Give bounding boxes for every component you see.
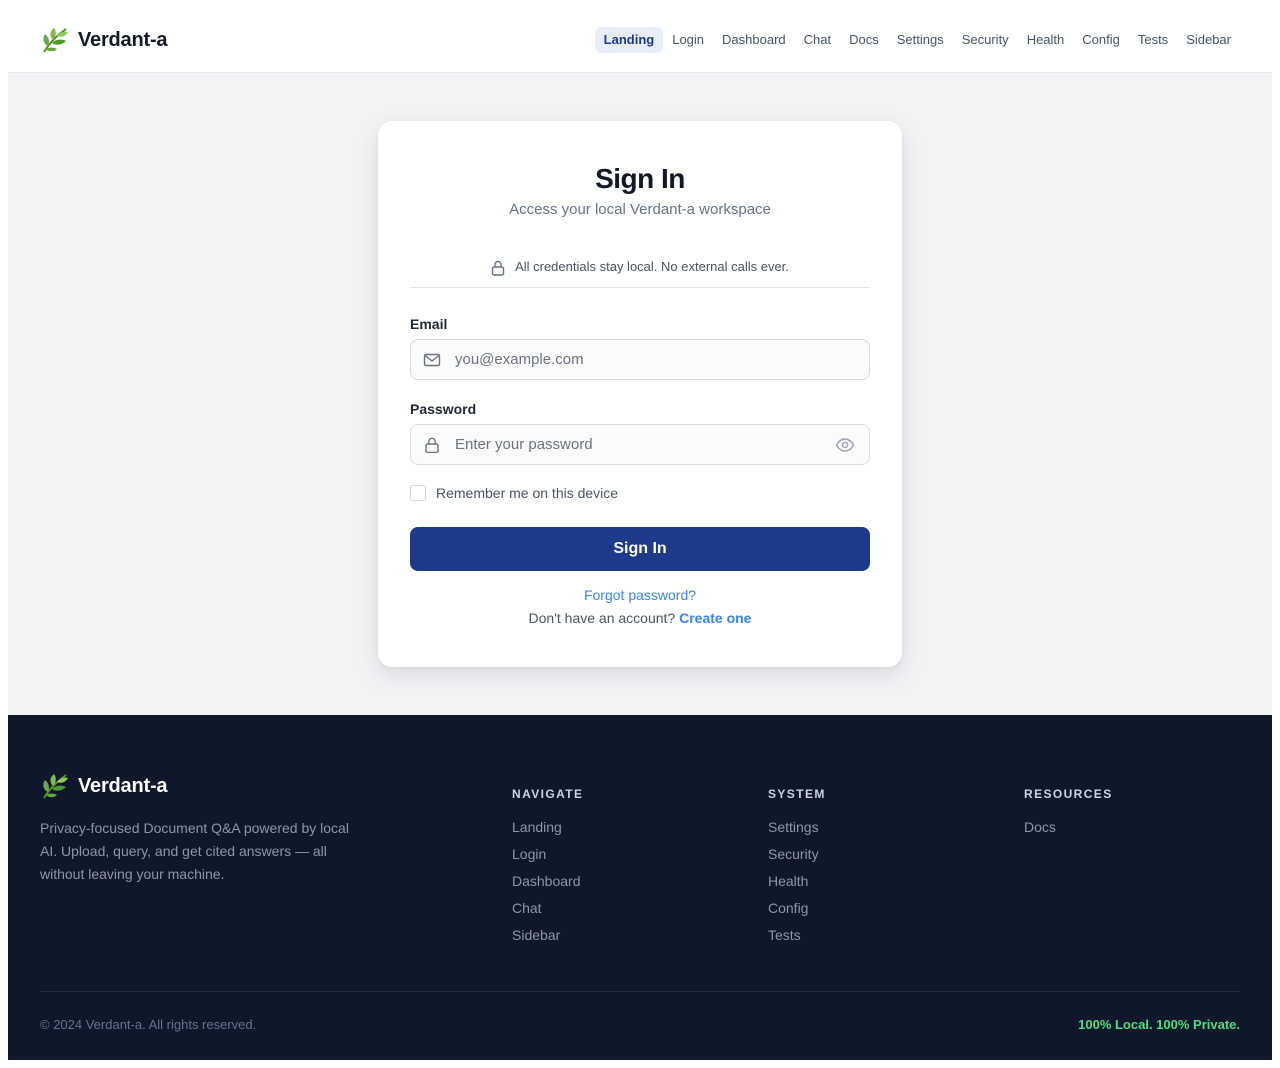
leaf-icon bbox=[43, 774, 68, 799]
signup-prompt-text: Don't have an account? bbox=[528, 610, 676, 626]
nav-item-dashboard[interactable]: Dashboard bbox=[713, 27, 795, 53]
email-label: Email bbox=[410, 316, 448, 332]
signup-prompt: Don't have an account? Create one bbox=[378, 610, 902, 626]
forgot-password-link[interactable]: Forgot password? bbox=[378, 587, 902, 603]
site-footer: Verdant-a Privacy-focused Document Q&A p… bbox=[8, 715, 1272, 1060]
remember-checkbox[interactable] bbox=[410, 485, 426, 501]
sign-in-button[interactable]: Sign In bbox=[410, 527, 870, 571]
footer-copyright: © 2024 Verdant-a. All rights reserved. bbox=[40, 1017, 257, 1032]
footer-description: Privacy-focused Document Q&A powered by … bbox=[40, 820, 349, 882]
footer-link-settings[interactable]: Settings bbox=[768, 819, 826, 836]
nav-item-sidebar[interactable]: Sidebar bbox=[1177, 27, 1240, 53]
footer-link-config[interactable]: Config bbox=[768, 900, 826, 917]
lock-icon bbox=[491, 260, 505, 276]
top-header: Verdant-a Landing Login Dashboard Chat D… bbox=[8, 8, 1272, 73]
nav-item-tests[interactable]: Tests bbox=[1129, 27, 1177, 53]
nav-item-docs[interactable]: Docs bbox=[840, 27, 888, 53]
create-account-link[interactable]: Create one bbox=[679, 610, 751, 626]
remember-label: Remember me on this device bbox=[436, 485, 619, 501]
privacy-notice: All credentials stay local. No external … bbox=[410, 259, 870, 288]
footer-link-docs[interactable]: Docs bbox=[1024, 819, 1113, 836]
footer-link-login[interactable]: Login bbox=[512, 846, 583, 863]
nav-item-health[interactable]: Health bbox=[1018, 27, 1074, 53]
footer-col-navigate: NAVIGATE Landing Login Dashboard Chat Si… bbox=[512, 787, 583, 954]
footer-brand: Verdant-a bbox=[40, 772, 168, 800]
nav-item-chat[interactable]: Chat bbox=[795, 27, 840, 53]
footer-heading-system: SYSTEM bbox=[768, 787, 826, 801]
nav-item-landing[interactable]: Landing bbox=[594, 27, 664, 53]
login-title: Sign In bbox=[595, 163, 685, 194]
footer-col-resources: RESOURCES Docs bbox=[1024, 787, 1113, 846]
nav-item-settings[interactable]: Settings bbox=[888, 27, 953, 53]
nav-item-security[interactable]: Security bbox=[953, 27, 1018, 53]
email-field bbox=[410, 339, 870, 380]
leaf-icon bbox=[43, 28, 68, 53]
footer-divider bbox=[40, 991, 1240, 992]
lock-icon bbox=[425, 437, 439, 453]
footer-link-chat[interactable]: Chat bbox=[512, 900, 583, 917]
mail-icon bbox=[423, 353, 441, 366]
main-nav: Landing Login Dashboard Chat Docs Settin… bbox=[594, 27, 1240, 53]
footer-link-landing[interactable]: Landing bbox=[512, 819, 583, 836]
footer-link-sidebar[interactable]: Sidebar bbox=[512, 927, 583, 944]
footer-col-system: SYSTEM Settings Security Health Config T… bbox=[768, 787, 826, 954]
footer-link-dashboard[interactable]: Dashboard bbox=[512, 873, 583, 890]
password-field bbox=[410, 424, 870, 465]
brand-logo[interactable]: Verdant-a bbox=[40, 26, 168, 54]
brand-name: Verdant-a bbox=[78, 28, 168, 51]
footer-link-health[interactable]: Health bbox=[768, 873, 826, 890]
password-input[interactable] bbox=[453, 435, 835, 454]
footer-tagline: 100% Local. 100% Private. bbox=[1078, 1017, 1240, 1032]
nav-item-login[interactable]: Login bbox=[663, 27, 713, 53]
footer-heading-resources: RESOURCES bbox=[1024, 787, 1113, 801]
login-card: Sign In Access your local Verdant-a work… bbox=[378, 121, 902, 667]
remember-me[interactable]: Remember me on this device bbox=[410, 485, 618, 501]
privacy-notice-text: All credentials stay local. No external … bbox=[515, 259, 789, 274]
email-input[interactable] bbox=[453, 350, 869, 369]
footer-link-security[interactable]: Security bbox=[768, 846, 826, 863]
eye-icon[interactable] bbox=[835, 437, 855, 453]
password-label: Password bbox=[410, 401, 477, 417]
nav-item-config[interactable]: Config bbox=[1073, 27, 1129, 53]
footer-heading-navigate: NAVIGATE bbox=[512, 787, 584, 801]
page: Verdant-a Landing Login Dashboard Chat D… bbox=[8, 8, 1272, 1060]
footer-brand-name: Verdant-a bbox=[78, 774, 168, 797]
login-subtitle: Access your local Verdant-a workspace bbox=[509, 201, 771, 218]
footer-link-tests[interactable]: Tests bbox=[768, 927, 826, 944]
